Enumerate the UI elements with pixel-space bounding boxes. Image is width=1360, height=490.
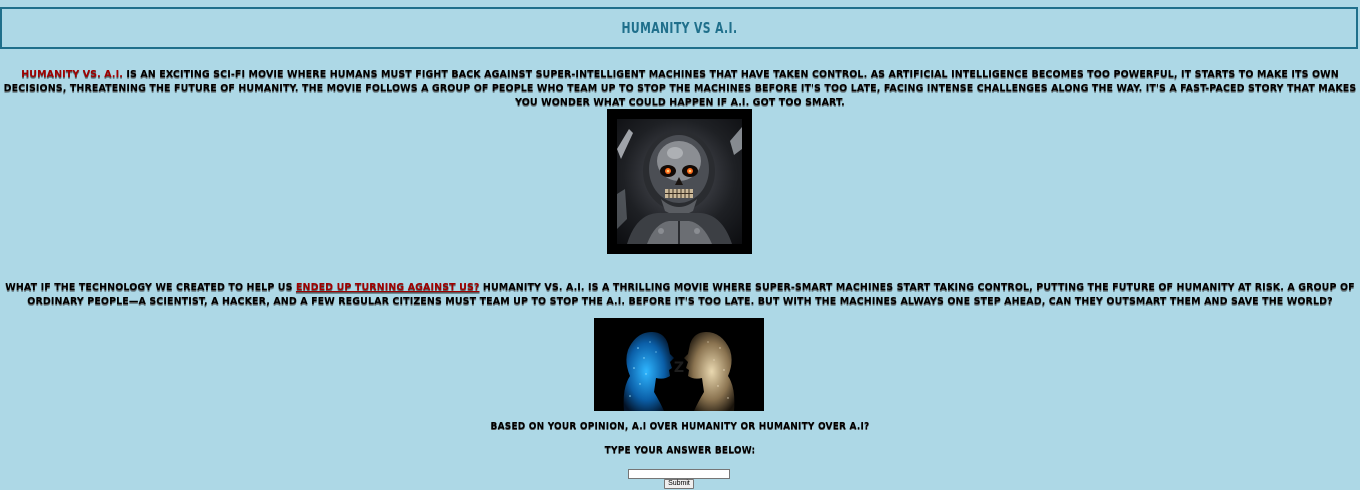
- story-paragraph: What if the technology we created to hel…: [3, 281, 1357, 309]
- answer-input[interactable]: [628, 469, 730, 479]
- poll-prompt: Type your answer below:: [604, 445, 756, 456]
- intro-paragraph: Humanity vs. A.I. is an exciting sci-fi …: [3, 68, 1357, 110]
- poll-question: Based on your opinion, A.I over humanity…: [490, 421, 870, 432]
- page-title: Humanity vs A.I.: [621, 19, 737, 37]
- submit-button[interactable]: Submit: [664, 479, 694, 489]
- human-vs-ai-image: Z: [594, 318, 764, 411]
- intro-highlight: Humanity vs. A.I.: [21, 68, 123, 80]
- svg-text:Z: Z: [674, 360, 684, 376]
- story-highlight: ended up turning against us?: [295, 281, 480, 293]
- story-lead: What if the technology we created to hel…: [5, 281, 296, 293]
- robot-skull-image: [607, 109, 752, 254]
- intro-text: is an exciting sci-fi movie where humans…: [3, 68, 1357, 108]
- page-header: Humanity vs A.I.: [0, 7, 1358, 49]
